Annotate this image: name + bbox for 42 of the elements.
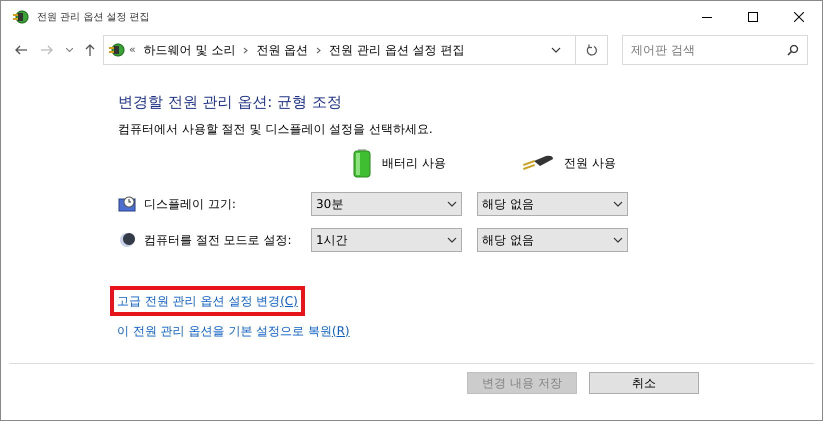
search-icon	[787, 44, 799, 56]
separator-icon	[316, 46, 322, 54]
search-box[interactable]: 제어판 검색	[622, 35, 808, 65]
app-icon	[11, 8, 29, 26]
column-heading: 전원 사용	[564, 154, 616, 172]
cancel-button[interactable]: 취소	[589, 372, 699, 394]
chevron-icon	[447, 200, 457, 206]
window-title: 전원 관리 옵션 설정 편집	[37, 10, 150, 24]
breadcrumb[interactable]: 전원 옵션	[256, 41, 308, 59]
link[interactable]: 고급 전원 관리 옵션 설정 변경(C)	[117, 294, 298, 308]
up-arrow-icon	[85, 44, 95, 56]
refresh-icon	[586, 44, 598, 56]
search-input[interactable]: 제어판 검색	[631, 41, 787, 59]
maximize-icon	[748, 12, 758, 22]
dropdown[interactable]: 1시간	[311, 228, 462, 252]
column-heading: 배터리 사용	[382, 154, 446, 172]
dropdown[interactable]: 해당 없음	[477, 192, 628, 216]
breadcrumb[interactable]: 하드웨어 및 소리	[144, 41, 236, 59]
separator-icon	[243, 46, 248, 54]
address-bar[interactable]: « 하드웨어 및 소리 전원 옵션 전원 관리 옵션 설정 편집	[103, 35, 608, 65]
dropdown[interactable]: 해당 없음	[477, 228, 628, 252]
setting-label: 디스플레이 끄기:	[144, 196, 236, 212]
setting-label: 컴퓨터를 절전 모드로 설정:	[144, 232, 292, 248]
page-heading: 변경할 전원 관리 옵션: 균형 조정	[118, 92, 343, 113]
moon-icon	[118, 230, 136, 248]
minimize-icon	[702, 16, 712, 18]
monitor-clock-icon	[118, 194, 136, 212]
control-panel-icon	[107, 41, 125, 59]
dropdown[interactable]: 30분	[311, 192, 462, 216]
close-icon	[794, 12, 804, 22]
forward-arrow-icon	[41, 45, 53, 55]
breadcrumb[interactable]: 전원 관리 옵션 설정 편집	[329, 41, 464, 59]
chevron-icon	[613, 200, 623, 206]
chevron-icon	[66, 48, 72, 52]
chevron-icon	[613, 236, 623, 242]
chevron-icon	[551, 47, 561, 53]
link[interactable]: 이 전원 관리 옵션을 기본 설정으로 복원(R)	[117, 324, 350, 338]
overflow-chevron[interactable]: «	[129, 42, 136, 58]
chevron-icon	[447, 236, 457, 242]
back-arrow-icon	[15, 45, 27, 55]
battery-icon	[352, 148, 372, 178]
instruction-text: 컴퓨터에서 사용할 절전 및 디스플레이 설정을 선택하세요.	[118, 120, 434, 138]
